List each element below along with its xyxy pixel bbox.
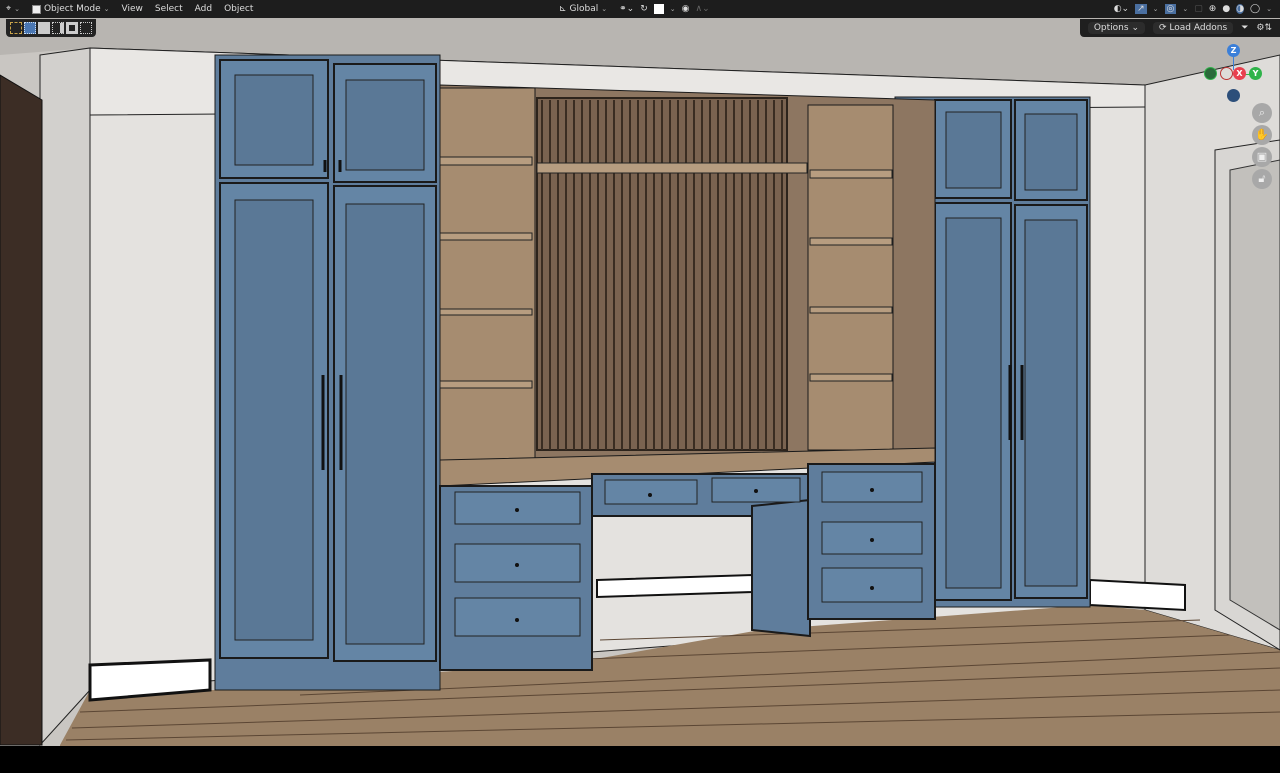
editor-type-button[interactable]: ⌖ ⌄: [0, 1, 26, 17]
mode-difference-icon[interactable]: [66, 22, 78, 34]
scene-render: [0, 18, 1280, 746]
visibility-icon[interactable]: ◐⌄: [1114, 4, 1129, 14]
navigation-gizmo[interactable]: Z X Y: [1200, 42, 1270, 107]
gizmo-neg-z-axis[interactable]: [1227, 89, 1240, 102]
menu-object[interactable]: Object: [218, 4, 259, 14]
wireframe-shading-icon[interactable]: ⊕: [1209, 4, 1217, 14]
left-wall: [39, 47, 91, 746]
rendered-shading-icon[interactable]: ◯: [1250, 4, 1260, 14]
material-shading-icon[interactable]: ◑: [1236, 4, 1245, 14]
left-shelf-unit: [439, 87, 536, 461]
xray-icon[interactable]: ▢: [1194, 4, 1203, 14]
menu-add[interactable]: Add: [189, 4, 218, 14]
zoom-icon[interactable]: ⌕: [1252, 103, 1272, 123]
proportional-edit-icon[interactable]: ◉: [682, 4, 690, 14]
overlay-icon[interactable]: ◎: [1164, 4, 1177, 14]
lock-icon[interactable]: 🔓︎: [1252, 169, 1272, 189]
load-addons-label: Load Addons: [1169, 23, 1228, 33]
right-shelf-unit: [807, 104, 894, 451]
solid-shading-icon[interactable]: ●: [1222, 4, 1230, 14]
gizmo-x-axis[interactable]: X: [1233, 67, 1246, 80]
mode-dropdown[interactable]: Object Mode ⌄: [26, 1, 116, 17]
left-door: [0, 74, 43, 746]
glass-door: [1229, 159, 1280, 631]
camera-icon[interactable]: ▣: [1252, 147, 1272, 167]
baseboard-right: [1089, 578, 1186, 612]
options-bar: Options ⌄ ⟳ Load Addons ⏷ ⚙⇅: [1079, 19, 1280, 37]
filter-icon[interactable]: ⏷: [1241, 23, 1248, 33]
pivot-icon[interactable]: ⚭⌄: [619, 4, 634, 14]
gizmo-neg-y-axis[interactable]: [1204, 67, 1217, 80]
tool-settings-row: [6, 19, 96, 37]
select-box-icon[interactable]: [24, 22, 36, 34]
select-tool-icon[interactable]: [10, 22, 22, 34]
mode-label: Object Mode: [43, 4, 101, 14]
orientation-label: Global: [569, 4, 599, 14]
menu-view[interactable]: View: [116, 4, 149, 14]
viewport-header: ⌖ ⌄ Object Mode ⌄ View Select Add Object ⊾…: [0, 0, 1280, 18]
refresh-icon: ⟳: [1158, 23, 1167, 33]
settings-icon[interactable]: ⚙⇅: [1256, 23, 1272, 33]
options-dropdown[interactable]: Options ⌄: [1087, 22, 1145, 34]
mode-subtract-icon[interactable]: [52, 22, 64, 34]
menu-select[interactable]: Select: [149, 4, 189, 14]
object-mode-icon: [31, 4, 41, 14]
mode-extend-icon[interactable]: [38, 22, 50, 34]
gizmo-y-axis[interactable]: Y: [1249, 67, 1262, 80]
pan-hand-icon[interactable]: ✋: [1252, 125, 1272, 145]
falloff-icon[interactable]: ∧⌄: [696, 4, 710, 14]
snap-target-swatch[interactable]: [653, 4, 664, 14]
3d-viewport[interactable]: [0, 18, 1280, 746]
baseboard-desk: [596, 573, 753, 599]
orientation-icon: ⊾: [559, 4, 567, 14]
mode-intersect-icon[interactable]: [80, 22, 92, 34]
gizmo-z-axis[interactable]: Z: [1227, 44, 1240, 57]
gizmo-neg-x-axis[interactable]: [1220, 67, 1233, 80]
options-label: Options: [1093, 23, 1129, 33]
load-addons-button[interactable]: ⟳ Load Addons: [1152, 22, 1234, 34]
snap-icon[interactable]: ↻: [640, 4, 648, 14]
transform-orientation-dropdown[interactable]: ⊾ Global ⌄: [553, 1, 613, 17]
gizmo-icon[interactable]: ↗: [1135, 4, 1147, 14]
bottom-bar: [0, 746, 1280, 773]
view3d-icon: ⌖: [6, 4, 12, 14]
